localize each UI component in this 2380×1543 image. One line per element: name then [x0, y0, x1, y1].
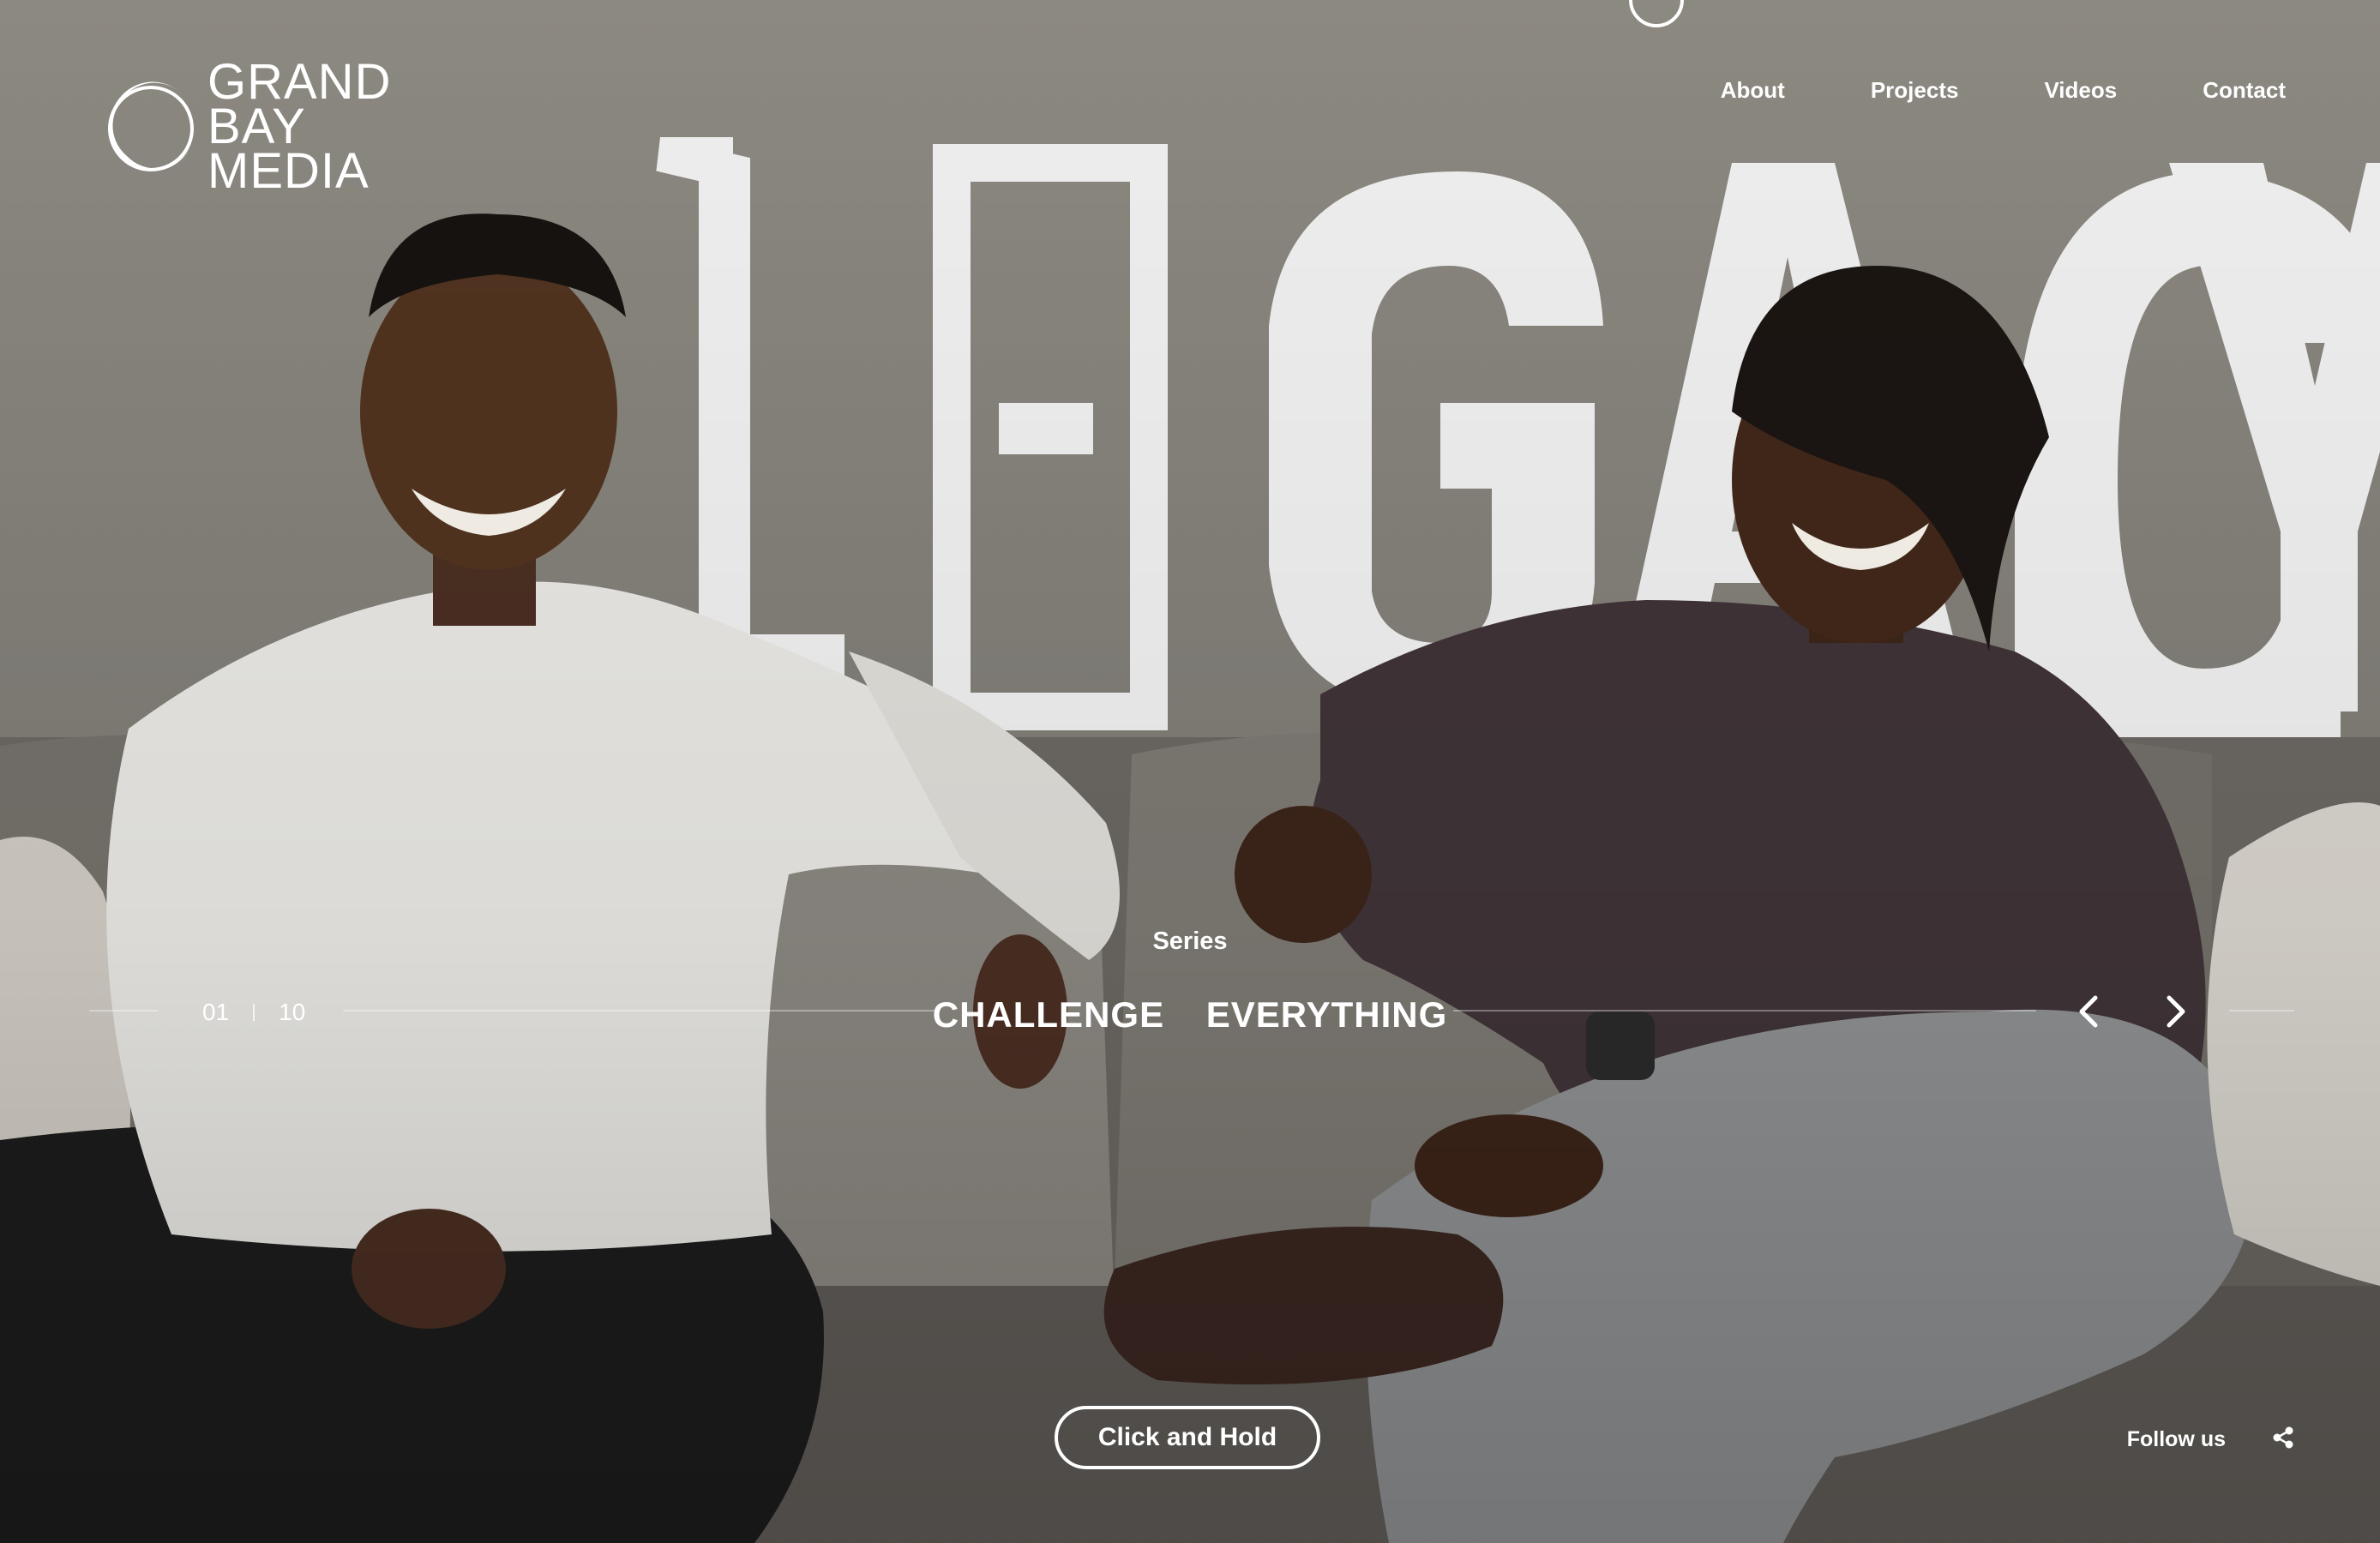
slide-category: Series — [1152, 928, 1228, 955]
brand-wordmark: GRAND BAY MEDIA — [207, 57, 391, 199]
slide-title[interactable]: CHALLENGE EVERYTHING — [0, 994, 2380, 1036]
brand-line-3: MEDIA — [207, 143, 370, 199]
dark-overlay — [0, 0, 2380, 1543]
click-and-hold-button[interactable]: Click and Hold — [1055, 1406, 1320, 1469]
divider-line — [1453, 1010, 2036, 1012]
nav-contact[interactable]: Contact — [2203, 77, 2286, 104]
brand-logo[interactable]: GRAND BAY MEDIA — [101, 57, 410, 206]
slide-counter: 01 10 — [202, 999, 305, 1026]
next-slide-button[interactable] — [2150, 988, 2198, 1036]
divider-line — [2229, 1010, 2294, 1012]
slide-total: 10 — [279, 999, 306, 1025]
slide-title-word-2: EVERYTHING — [1205, 994, 1448, 1035]
follow-us-label[interactable]: Follow us — [2127, 1427, 2226, 1452]
counter-separator — [253, 1004, 255, 1021]
chevron-right-icon — [2167, 995, 2185, 1028]
divider-line — [343, 1010, 935, 1012]
nav-projects[interactable]: Projects — [1871, 77, 1959, 104]
hero-slide — [0, 0, 2380, 1543]
slide-title-word-1: CHALLENGE — [932, 994, 1165, 1035]
slide-current: 01 — [202, 999, 230, 1025]
share-icon[interactable] — [2270, 1425, 2296, 1450]
main-nav: About Projects Videos Contact — [1635, 77, 2286, 104]
crescent-ring-icon — [108, 81, 194, 171]
prev-slide-button[interactable] — [2066, 988, 2114, 1036]
nav-videos[interactable]: Videos — [2044, 77, 2117, 104]
chevron-left-icon — [2079, 995, 2098, 1028]
nav-about[interactable]: About — [1721, 77, 1785, 104]
divider-line — [89, 1010, 158, 1012]
